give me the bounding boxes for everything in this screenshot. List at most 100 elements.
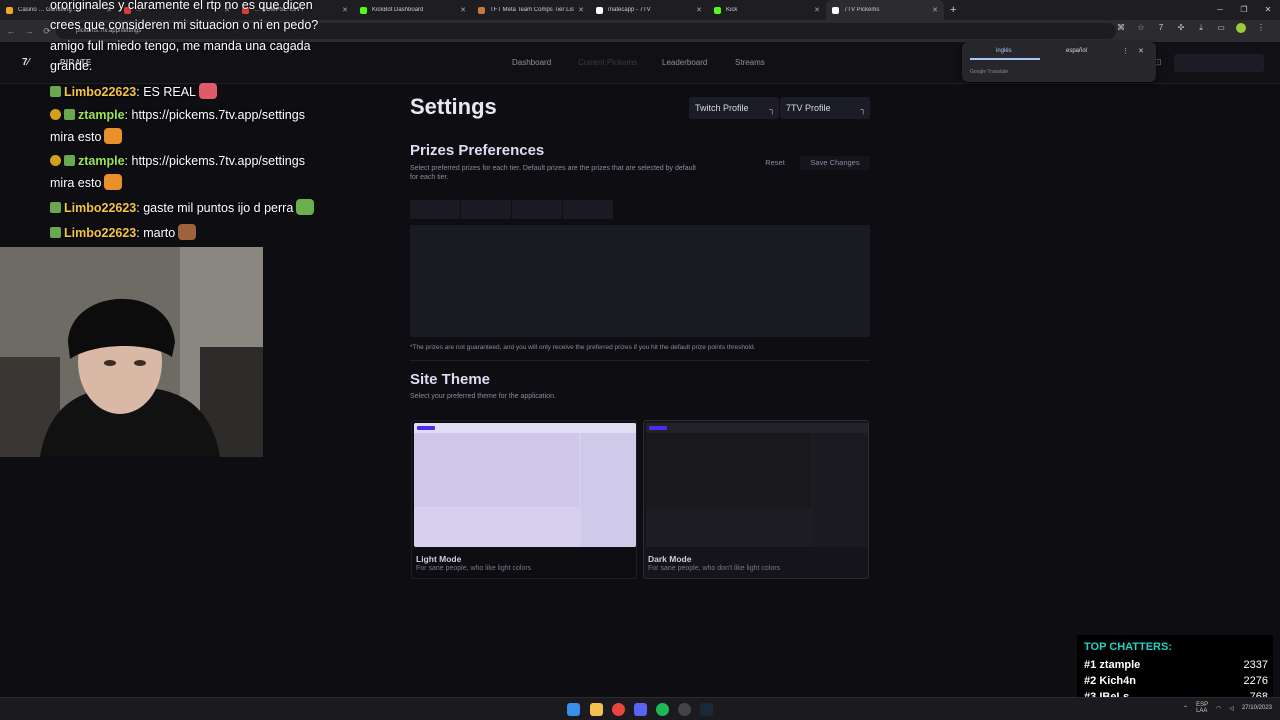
chat-username[interactable]: ztample (78, 154, 125, 168)
prize-selection-panel (410, 225, 870, 337)
preview-main (646, 433, 811, 507)
preview-navbar (646, 423, 868, 433)
download-icon[interactable]: ⤓ (1196, 23, 1206, 33)
chat-message: crees que consideren mi situacion o ni e… (50, 18, 318, 32)
light-mode-card[interactable]: Light Mode For sane people, who like lig… (411, 420, 637, 579)
chat-text: : https://pickems.7tv.app/settings (124, 154, 305, 168)
tab-close-icon[interactable]: ✕ (578, 6, 584, 14)
toolbar-icons: ⌘ ☆ 7 ✣ ⤓ ▭ ⋮ (1116, 23, 1266, 33)
nav-link-current-pickems[interactable]: Current Pickems (578, 58, 637, 67)
user-menu[interactable] (1174, 54, 1264, 72)
tab-title: Kick (726, 7, 738, 13)
close-icon[interactable]: ✕ (1138, 47, 1144, 55)
chat-message: mira esto (50, 174, 123, 190)
tray-chevron-icon[interactable]: ⌃ (1183, 705, 1188, 712)
tab-close-icon[interactable]: ✕ (696, 6, 702, 14)
more-options-icon[interactable]: ⋮ (1122, 47, 1129, 55)
windows-taskbar: ⌃ ESP LAA ◠ ◁ 27/10/2023 (0, 697, 1280, 720)
chat-username[interactable]: Limbo22623 (64, 201, 136, 215)
sidepanel-icon[interactable]: ▭ (1216, 23, 1226, 33)
chat-message: grande. (50, 59, 92, 73)
browser-tab[interactable]: TFT Meta Team Comps Tier List ✕ (472, 0, 590, 20)
chat-username[interactable]: Limbo22623 (64, 85, 136, 99)
tier-tab[interactable] (512, 200, 562, 219)
file-explorer-icon[interactable] (590, 703, 603, 716)
extensions-puzzle-icon[interactable]: ✣ (1176, 23, 1186, 33)
tier-tab[interactable] (461, 200, 511, 219)
translate-source-lang[interactable]: inglés (996, 48, 1012, 54)
steam-icon[interactable] (700, 703, 713, 716)
tier-tab[interactable] (563, 200, 613, 219)
theme-section-title: Site Theme (410, 371, 491, 388)
chat-message: ztample: https://pickems.7tv.app/setting… (50, 154, 305, 168)
maximize-icon[interactable]: ❐ (1232, 0, 1256, 20)
active-lang-indicator (970, 58, 1040, 60)
emote-icon (296, 199, 315, 215)
chrome-icon[interactable] (612, 703, 625, 716)
tab-favicon-icon (714, 6, 721, 14)
reset-button[interactable]: Reset (756, 156, 794, 170)
translate-target-lang[interactable]: español (1066, 48, 1087, 54)
tray-lang[interactable]: ESP LAA (1196, 702, 1208, 714)
chatter-rank: #1 (1084, 659, 1097, 671)
chat-message: Limbo22623: marto (50, 224, 197, 240)
tier-tab[interactable] (410, 200, 460, 219)
top-chatters-title: TOP CHATTERS: (1084, 641, 1173, 653)
extension-7tv-icon[interactable]: 7 (1156, 23, 1166, 33)
browser-tab-active[interactable]: 7TV Pickems ✕ (826, 0, 944, 20)
7tv-profile-label: 7TV Profile (786, 103, 831, 113)
chat-badge-icon (50, 109, 61, 120)
tab-favicon-icon (832, 6, 839, 14)
prizes-section-title: Prizes Preferences (410, 142, 545, 159)
browser-tab[interactable]: matecapp - 7TV ✕ (590, 0, 708, 20)
spotify-icon[interactable] (656, 703, 669, 716)
dark-mode-card[interactable]: Dark Mode For sane people, who don't lik… (643, 420, 869, 579)
site-logo[interactable]: 7⁄ (22, 57, 29, 68)
external-link-icon: ┐ (769, 105, 775, 114)
nav-link-streams[interactable]: Streams (735, 58, 765, 67)
profile-avatar-icon[interactable] (1236, 23, 1246, 33)
minimize-icon[interactable]: ─ (1208, 0, 1232, 20)
theme-description: Select your preferred theme for the appl… (410, 393, 556, 400)
wifi-icon[interactable]: ◠ (1216, 705, 1221, 712)
windows-start-icon[interactable] (567, 703, 580, 716)
twitch-profile-button[interactable]: Twitch Profile ┐ (689, 97, 779, 119)
chat-badge-icon (50, 155, 61, 166)
back-icon[interactable]: ← (4, 26, 18, 36)
close-window-icon[interactable]: ✕ (1256, 0, 1280, 20)
preview-main (414, 433, 579, 507)
volume-icon[interactable]: ◁ (1229, 705, 1234, 712)
chat-username[interactable]: ztample (78, 108, 125, 122)
obs-icon[interactable] (678, 703, 691, 716)
preview-accent (649, 426, 667, 430)
chat-text: mira esto (50, 176, 102, 190)
browser-tab[interactable]: Kick ✕ (708, 0, 826, 20)
chat-username[interactable]: Limbo22623 (64, 226, 136, 240)
chat-text: amigo full miedo tengo, me manda una cag… (50, 39, 311, 53)
tab-close-icon[interactable]: ✕ (460, 6, 466, 14)
nav-link-leaderboard[interactable]: Leaderboard (662, 58, 707, 67)
new-tab-button[interactable]: + (950, 4, 956, 16)
translate-icon[interactable]: ⌘ (1116, 23, 1126, 33)
tray-date[interactable]: 27/10/2023 (1242, 705, 1272, 711)
chat-message: ztample: https://pickems.7tv.app/setting… (50, 108, 305, 122)
tab-title: KickBot Dashboard (372, 7, 424, 13)
emote-icon (178, 224, 197, 240)
7tv-profile-button[interactable]: 7TV Profile ┐ (780, 97, 870, 119)
save-changes-button[interactable]: Save Changes (800, 156, 870, 170)
discord-icon[interactable] (634, 703, 647, 716)
system-tray: ⌃ ESP LAA ◠ ◁ 27/10/2023 (1183, 702, 1272, 714)
preview-sidebar (581, 433, 636, 547)
forward-icon[interactable]: → (22, 26, 36, 36)
nav-link-dashboard[interactable]: Dashboard (512, 58, 551, 67)
bookmark-star-icon[interactable]: ☆ (1136, 23, 1146, 33)
tab-close-icon[interactable]: ✕ (814, 6, 820, 14)
chatter-rank: #2 (1084, 675, 1097, 687)
tab-close-icon[interactable]: ✕ (342, 6, 348, 14)
browser-tab[interactable]: KickBot Dashboard ✕ (354, 0, 472, 20)
menu-kebab-icon[interactable]: ⋮ (1256, 23, 1266, 33)
light-mode-subtitle: For sane people, who like light colors (416, 565, 532, 572)
page-title: Settings (410, 94, 497, 119)
chat-text: : marto (136, 226, 176, 240)
tab-close-icon[interactable]: ✕ (932, 6, 938, 14)
